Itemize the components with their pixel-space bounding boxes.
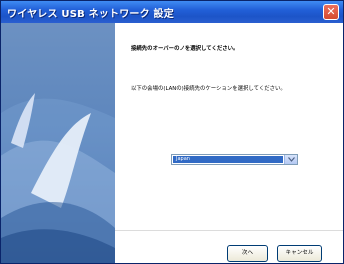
- footer-divider: [115, 230, 343, 231]
- wizard-content: 接続先のオーバーのノを選択してください。 以下の会場の(LANの)接続先のケーシ…: [115, 23, 343, 263]
- page-heading: 接続先のオーバーのノを選択してください。: [131, 46, 239, 52]
- next-button[interactable]: 次へ: [227, 245, 268, 262]
- instruction-text: 以下の会場の(LANの)接続先のケーションを選択してください。: [131, 86, 286, 92]
- close-button[interactable]: ✕: [323, 4, 339, 20]
- setup-wizard-window: ワイヤレス USB ネットワーク 設定 ✕ 接続先のオーバーのノを選択してくださ…: [0, 0, 344, 264]
- region-select[interactable]: Japan: [171, 154, 298, 165]
- chevron-down-icon: [288, 157, 295, 162]
- close-icon: ✕: [326, 5, 336, 18]
- cancel-button[interactable]: キャンセル: [277, 245, 322, 262]
- dropdown-button[interactable]: [284, 155, 297, 164]
- title-bar[interactable]: ワイヤレス USB ネットワーク 設定 ✕: [1, 1, 343, 23]
- region-select-value: Japan: [173, 156, 283, 163]
- wizard-side-graphic: [1, 23, 115, 263]
- wave-graphic: [1, 93, 115, 263]
- window-title: ワイヤレス USB ネットワーク 設定: [7, 9, 174, 20]
